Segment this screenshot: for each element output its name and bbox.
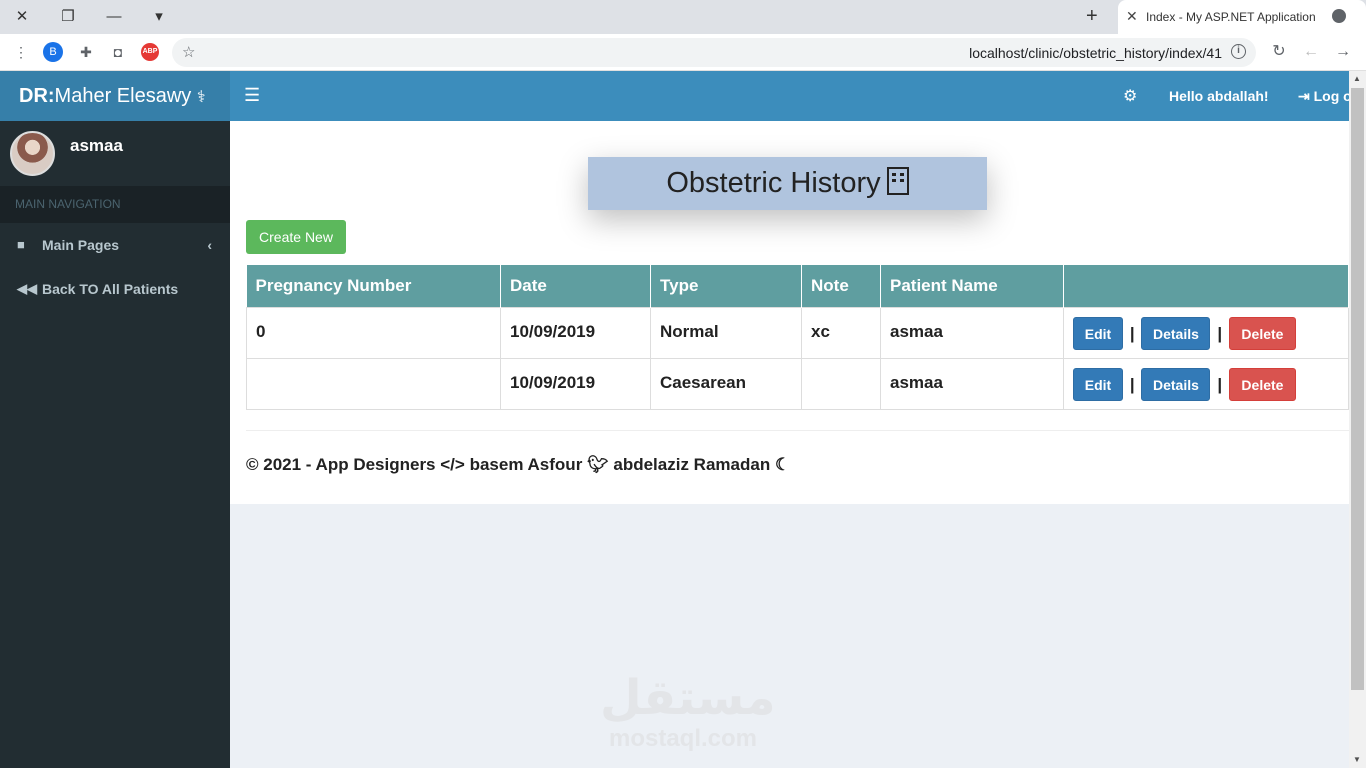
separator: | xyxy=(1129,374,1135,394)
table-row: 10/09/2019 Caesarean asmaa Edit | Detail… xyxy=(246,357,1349,410)
nav-header: MAIN NAVIGATION xyxy=(0,186,230,223)
sidebar-item-label: Back TO All Patients xyxy=(42,281,179,297)
sidebar-item-label: Main Pages xyxy=(42,237,120,253)
patient-name-cell: asmaa xyxy=(880,357,1064,410)
forward-arrow-icon[interactable]: → xyxy=(1334,43,1352,61)
page-title: Obstetric History xyxy=(588,157,987,210)
main-content: Obstetric History Create New Pregnancy N… xyxy=(230,121,1349,504)
browser-tab-active[interactable]: ✕ Index - My ASP.NET Application xyxy=(1118,0,1366,34)
page-scrollbar[interactable]: ▲ ▼ xyxy=(1349,71,1366,768)
backward-icon: ◀◀ xyxy=(17,281,37,296)
reload-icon[interactable]: ↻ xyxy=(1270,43,1288,61)
chevron-left-icon: ‹ xyxy=(207,237,212,253)
hello-user-link[interactable]: Hello abdallah! xyxy=(1169,88,1269,104)
watermark-latin: mostaql.com xyxy=(608,725,758,752)
scrollbar-thumb[interactable] xyxy=(1351,88,1364,690)
camera-icon[interactable]: ◘ xyxy=(108,43,128,61)
sidebar: DR:Maher Elesawy ⚕ asmaa MAIN NAVIGATION… xyxy=(0,71,230,768)
adblock-icon[interactable]: ABP xyxy=(141,43,159,61)
bookmark-star-icon[interactable]: ☆ xyxy=(182,43,195,61)
separator: | xyxy=(1217,323,1223,343)
sidebar-item-main-pages[interactable]: ■ Main Pages ‹ xyxy=(0,223,230,267)
column-header: Note xyxy=(801,265,881,307)
sidebar-item-back-to-all-patients[interactable]: ◀◀ Back TO All Patients xyxy=(0,267,230,311)
scroll-down-icon[interactable]: ▼ xyxy=(1353,755,1361,764)
brand-logo[interactable]: DR:Maher Elesawy ⚕ xyxy=(0,71,230,121)
edit-button[interactable]: Edit xyxy=(1073,367,1123,401)
hospital-building-icon xyxy=(886,167,909,195)
edit-button[interactable]: Edit xyxy=(1073,316,1123,350)
window-restore-icon[interactable]: ❐ xyxy=(58,7,78,27)
browser-tab-bar: ✕ ❐ — ▾ + ✕ Index - My ASP.NET Applicati… xyxy=(0,0,1366,34)
actions-cell: Edit | Details | Delete xyxy=(1063,357,1349,410)
address-bar[interactable]: ☆ localhost/clinic/obstetric_history/ind… xyxy=(172,38,1256,67)
pregnancy-number-cell: 0 xyxy=(246,306,501,359)
brand-prefix: DR: xyxy=(19,85,55,107)
page-title-text: Obstetric History xyxy=(666,167,881,199)
user-panel: asmaa xyxy=(0,121,230,186)
logoff-link[interactable]: ⇥ Log off xyxy=(1298,88,1349,105)
gears-icon[interactable]: ⚙ xyxy=(1123,86,1137,106)
scroll-up-icon[interactable]: ▲ xyxy=(1353,74,1361,83)
folder-icon: ■ xyxy=(17,237,25,252)
footer: © 2021 - App Designers </> basem Asfour … xyxy=(246,455,790,475)
actions-cell: Edit | Details | Delete xyxy=(1063,306,1349,359)
separator: | xyxy=(1217,374,1223,394)
delete-button[interactable]: Delete xyxy=(1228,367,1296,401)
extension-b-icon[interactable]: B xyxy=(43,42,63,62)
separator: | xyxy=(1129,323,1135,343)
user-name: asmaa xyxy=(70,136,123,155)
date-cell: 10/09/2019 xyxy=(500,357,651,410)
pregnancy-number-cell xyxy=(246,357,501,410)
note-cell xyxy=(801,357,881,410)
new-tab-icon[interactable]: + xyxy=(1086,5,1098,28)
divider xyxy=(246,430,1349,431)
footer-name-2: abdelaziz Ramadan xyxy=(613,455,771,474)
url-text[interactable]: localhost/clinic/obstetric_history/index… xyxy=(969,45,1222,61)
logoff-label: Log off xyxy=(1313,88,1349,104)
type-cell: Normal xyxy=(650,306,802,359)
date-cell: 10/09/2019 xyxy=(500,306,651,359)
patient-name-cell: asmaa xyxy=(880,306,1064,359)
obstetric-history-table: Pregnancy Number Date Type Note Patient … xyxy=(246,265,1349,410)
menu-dots-icon[interactable]: ⋮ xyxy=(12,43,30,61)
table-row: 0 10/09/2019 Normal xc asmaa Edit | Deta… xyxy=(246,306,1349,359)
column-header: Date xyxy=(500,265,651,307)
column-header xyxy=(1063,265,1349,307)
footer-copyright: © 2021 - App Designers xyxy=(246,455,436,474)
hamburger-menu-icon[interactable]: ☰ xyxy=(244,85,260,106)
note-cell: xc xyxy=(801,306,881,359)
details-button[interactable]: Details xyxy=(1141,367,1211,401)
type-cell: Caesarean xyxy=(650,357,802,410)
delete-button[interactable]: Delete xyxy=(1228,316,1296,350)
column-header: Patient Name xyxy=(880,265,1064,307)
browser-toolbar: ⋮ B ✚ ◘ ABP ☆ localhost/clinic/obstetric… xyxy=(0,34,1366,71)
footer-name-1: basem Asfour xyxy=(469,455,583,474)
back-arrow-icon[interactable]: ← xyxy=(1302,43,1320,61)
doctor-icon: ⚕ xyxy=(196,89,206,106)
moon-icon: ☾ xyxy=(774,455,791,474)
top-navbar: ☰ ⚙ Hello abdallah! ⇥ Log off xyxy=(230,71,1349,121)
column-header: Type xyxy=(650,265,802,307)
twitter-icon: 🐦︎ xyxy=(587,455,609,474)
create-new-button[interactable]: Create New xyxy=(246,220,346,254)
avatar xyxy=(10,131,55,176)
window-minimize-icon[interactable]: — xyxy=(104,7,124,27)
watermark: مستقل mostaql.com xyxy=(600,670,776,752)
tab-title: Index - My ASP.NET Application xyxy=(1146,10,1316,24)
globe-icon xyxy=(1332,9,1346,23)
code-icon: </> xyxy=(440,455,465,474)
site-info-icon[interactable]: i xyxy=(1231,44,1246,59)
column-header: Pregnancy Number xyxy=(246,265,501,307)
tab-close-icon[interactable]: ✕ xyxy=(1126,8,1138,25)
watermark-arabic: مستقل xyxy=(600,670,776,726)
extensions-puzzle-icon[interactable]: ✚ xyxy=(76,43,96,61)
window-close-icon[interactable]: ✕ xyxy=(12,7,32,27)
table-header-row: Pregnancy Number Date Type Note Patient … xyxy=(246,265,1349,307)
details-button[interactable]: Details xyxy=(1141,316,1211,350)
tab-search-icon[interactable]: ▾ xyxy=(149,7,169,27)
brand-name: Maher Elesawy xyxy=(54,85,192,107)
